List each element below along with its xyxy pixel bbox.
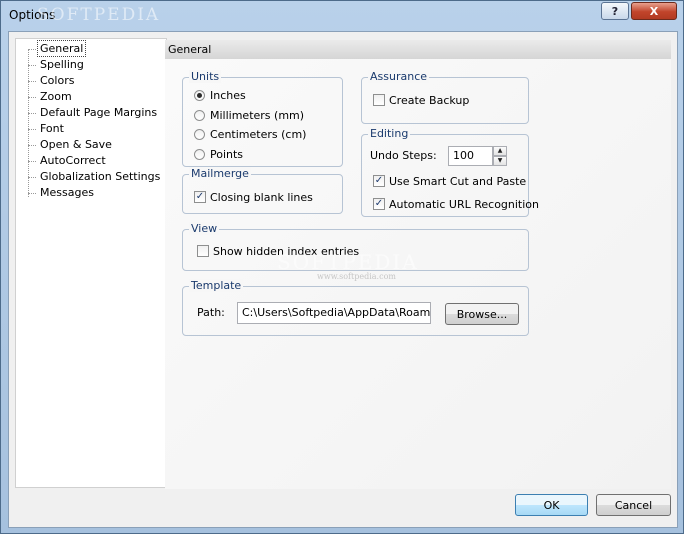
tree-branch bbox=[28, 145, 36, 146]
radio-label: Inches bbox=[210, 88, 246, 102]
tree-branch bbox=[28, 161, 36, 162]
checkbox-label: Closing blank lines bbox=[210, 190, 313, 204]
create-backup-checkbox[interactable]: Create Backup bbox=[373, 92, 469, 108]
ok-button[interactable]: OK bbox=[515, 494, 588, 516]
show-hidden-entries-checkbox[interactable]: Show hidden index entries bbox=[197, 243, 359, 259]
smart-cut-paste-checkbox[interactable]: ✓ Use Smart Cut and Paste bbox=[373, 173, 526, 189]
options-dialog: Options ? X SOFTPEDIA www.softpedia.com … bbox=[0, 0, 684, 534]
tree-item-spelling[interactable]: Spelling bbox=[38, 57, 86, 72]
tree-item-zoom[interactable]: Zoom bbox=[38, 89, 74, 104]
units-legend: Units bbox=[189, 70, 222, 83]
tree-branch bbox=[28, 65, 36, 66]
checkbox-label: Create Backup bbox=[389, 93, 470, 107]
tree-branch bbox=[28, 193, 36, 194]
assurance-group: Assurance Create Backup bbox=[361, 70, 529, 124]
radio-millimeters[interactable]: Millimeters (mm) bbox=[194, 107, 304, 123]
view-legend: View bbox=[189, 222, 220, 235]
radio-indicator bbox=[194, 148, 205, 160]
dialog-client-area: General Spelling Colors Zoom Default Pag… bbox=[8, 31, 678, 528]
checkbox-indicator: ✓ bbox=[373, 175, 385, 187]
browse-button[interactable]: Browse... bbox=[445, 303, 519, 325]
undo-steps-spinner[interactable]: ▲ ▼ bbox=[493, 146, 507, 166]
path-label: Path: bbox=[197, 306, 225, 319]
template-group: Template Path: C:\Users\Softpedia\AppDat… bbox=[182, 279, 529, 336]
undo-steps-input[interactable]: 100 bbox=[448, 146, 493, 166]
closing-blank-lines-checkbox[interactable]: ✓ Closing blank lines bbox=[194, 189, 313, 205]
tree-item-open-save[interactable]: Open & Save bbox=[38, 137, 114, 152]
tree-item-messages[interactable]: Messages bbox=[38, 185, 96, 200]
checkbox-label: Show hidden index entries bbox=[213, 244, 360, 258]
editing-legend: Editing bbox=[368, 127, 411, 140]
close-button[interactable]: X bbox=[631, 2, 677, 20]
checkbox-label: Automatic URL Recognition bbox=[389, 197, 540, 211]
title-bar[interactable]: Options ? X bbox=[1, 1, 683, 31]
page-title: General bbox=[165, 40, 671, 59]
tree-item-font[interactable]: Font bbox=[38, 121, 66, 136]
close-icon: X bbox=[649, 4, 659, 18]
tree-branch bbox=[28, 177, 36, 178]
tree-branch bbox=[28, 97, 36, 98]
cancel-button[interactable]: Cancel bbox=[596, 494, 671, 516]
template-path-input[interactable]: C:\Users\Softpedia\AppData\Roaming\ bbox=[237, 302, 431, 324]
tree-branch bbox=[28, 49, 36, 50]
tree-connector bbox=[28, 49, 29, 197]
checkbox-label: Use Smart Cut and Paste bbox=[389, 174, 527, 188]
tree-item-default-page-margins[interactable]: Default Page Margins bbox=[38, 105, 159, 120]
tree-item-globalization-settings[interactable]: Globalization Settings bbox=[38, 169, 162, 184]
options-category-tree[interactable]: General Spelling Colors Zoom Default Pag… bbox=[15, 38, 167, 488]
template-legend: Template bbox=[189, 279, 244, 292]
radio-inches[interactable]: Inches bbox=[194, 87, 246, 103]
help-icon: ? bbox=[611, 4, 619, 18]
general-settings-page: Units Inches Millimeters (mm) Centimeter… bbox=[165, 59, 671, 489]
help-button[interactable]: ? bbox=[601, 2, 629, 20]
radio-label: Centimeters (cm) bbox=[210, 127, 307, 141]
units-group: Units Inches Millimeters (mm) Centimeter… bbox=[182, 70, 343, 167]
tree-branch bbox=[28, 81, 36, 82]
tree-item-colors[interactable]: Colors bbox=[38, 73, 76, 88]
url-recognition-checkbox[interactable]: ✓ Automatic URL Recognition bbox=[373, 196, 539, 212]
checkbox-indicator: ✓ bbox=[373, 198, 385, 210]
view-group: View Show hidden index entries bbox=[182, 222, 529, 271]
radio-indicator bbox=[194, 128, 205, 140]
radio-centimeters[interactable]: Centimeters (cm) bbox=[194, 126, 306, 142]
editing-group: Editing Undo Steps: 100 ▲ ▼ ✓ Use Smart C… bbox=[361, 127, 539, 217]
window-title: Options bbox=[9, 8, 56, 22]
spin-down-icon[interactable]: ▼ bbox=[493, 156, 507, 166]
radio-indicator bbox=[194, 109, 205, 121]
tree-branch bbox=[28, 113, 36, 114]
tree-item-general[interactable]: General bbox=[36, 40, 87, 57]
radio-label: Points bbox=[210, 147, 244, 161]
checkbox-indicator: ✓ bbox=[194, 191, 206, 203]
checkbox-indicator bbox=[197, 245, 209, 257]
assurance-legend: Assurance bbox=[368, 70, 430, 83]
checkbox-indicator bbox=[373, 94, 385, 106]
radio-indicator bbox=[194, 89, 205, 101]
radio-points[interactable]: Points bbox=[194, 146, 243, 162]
mailmerge-group: Mailmerge ✓ Closing blank lines bbox=[182, 167, 343, 214]
undo-steps-label: Undo Steps: bbox=[370, 149, 437, 162]
tree-branch bbox=[28, 129, 36, 130]
spin-up-icon[interactable]: ▲ bbox=[493, 146, 507, 156]
tree-item-autocorrect[interactable]: AutoCorrect bbox=[38, 153, 108, 168]
mailmerge-legend: Mailmerge bbox=[189, 167, 251, 180]
radio-label: Millimeters (mm) bbox=[210, 108, 305, 122]
